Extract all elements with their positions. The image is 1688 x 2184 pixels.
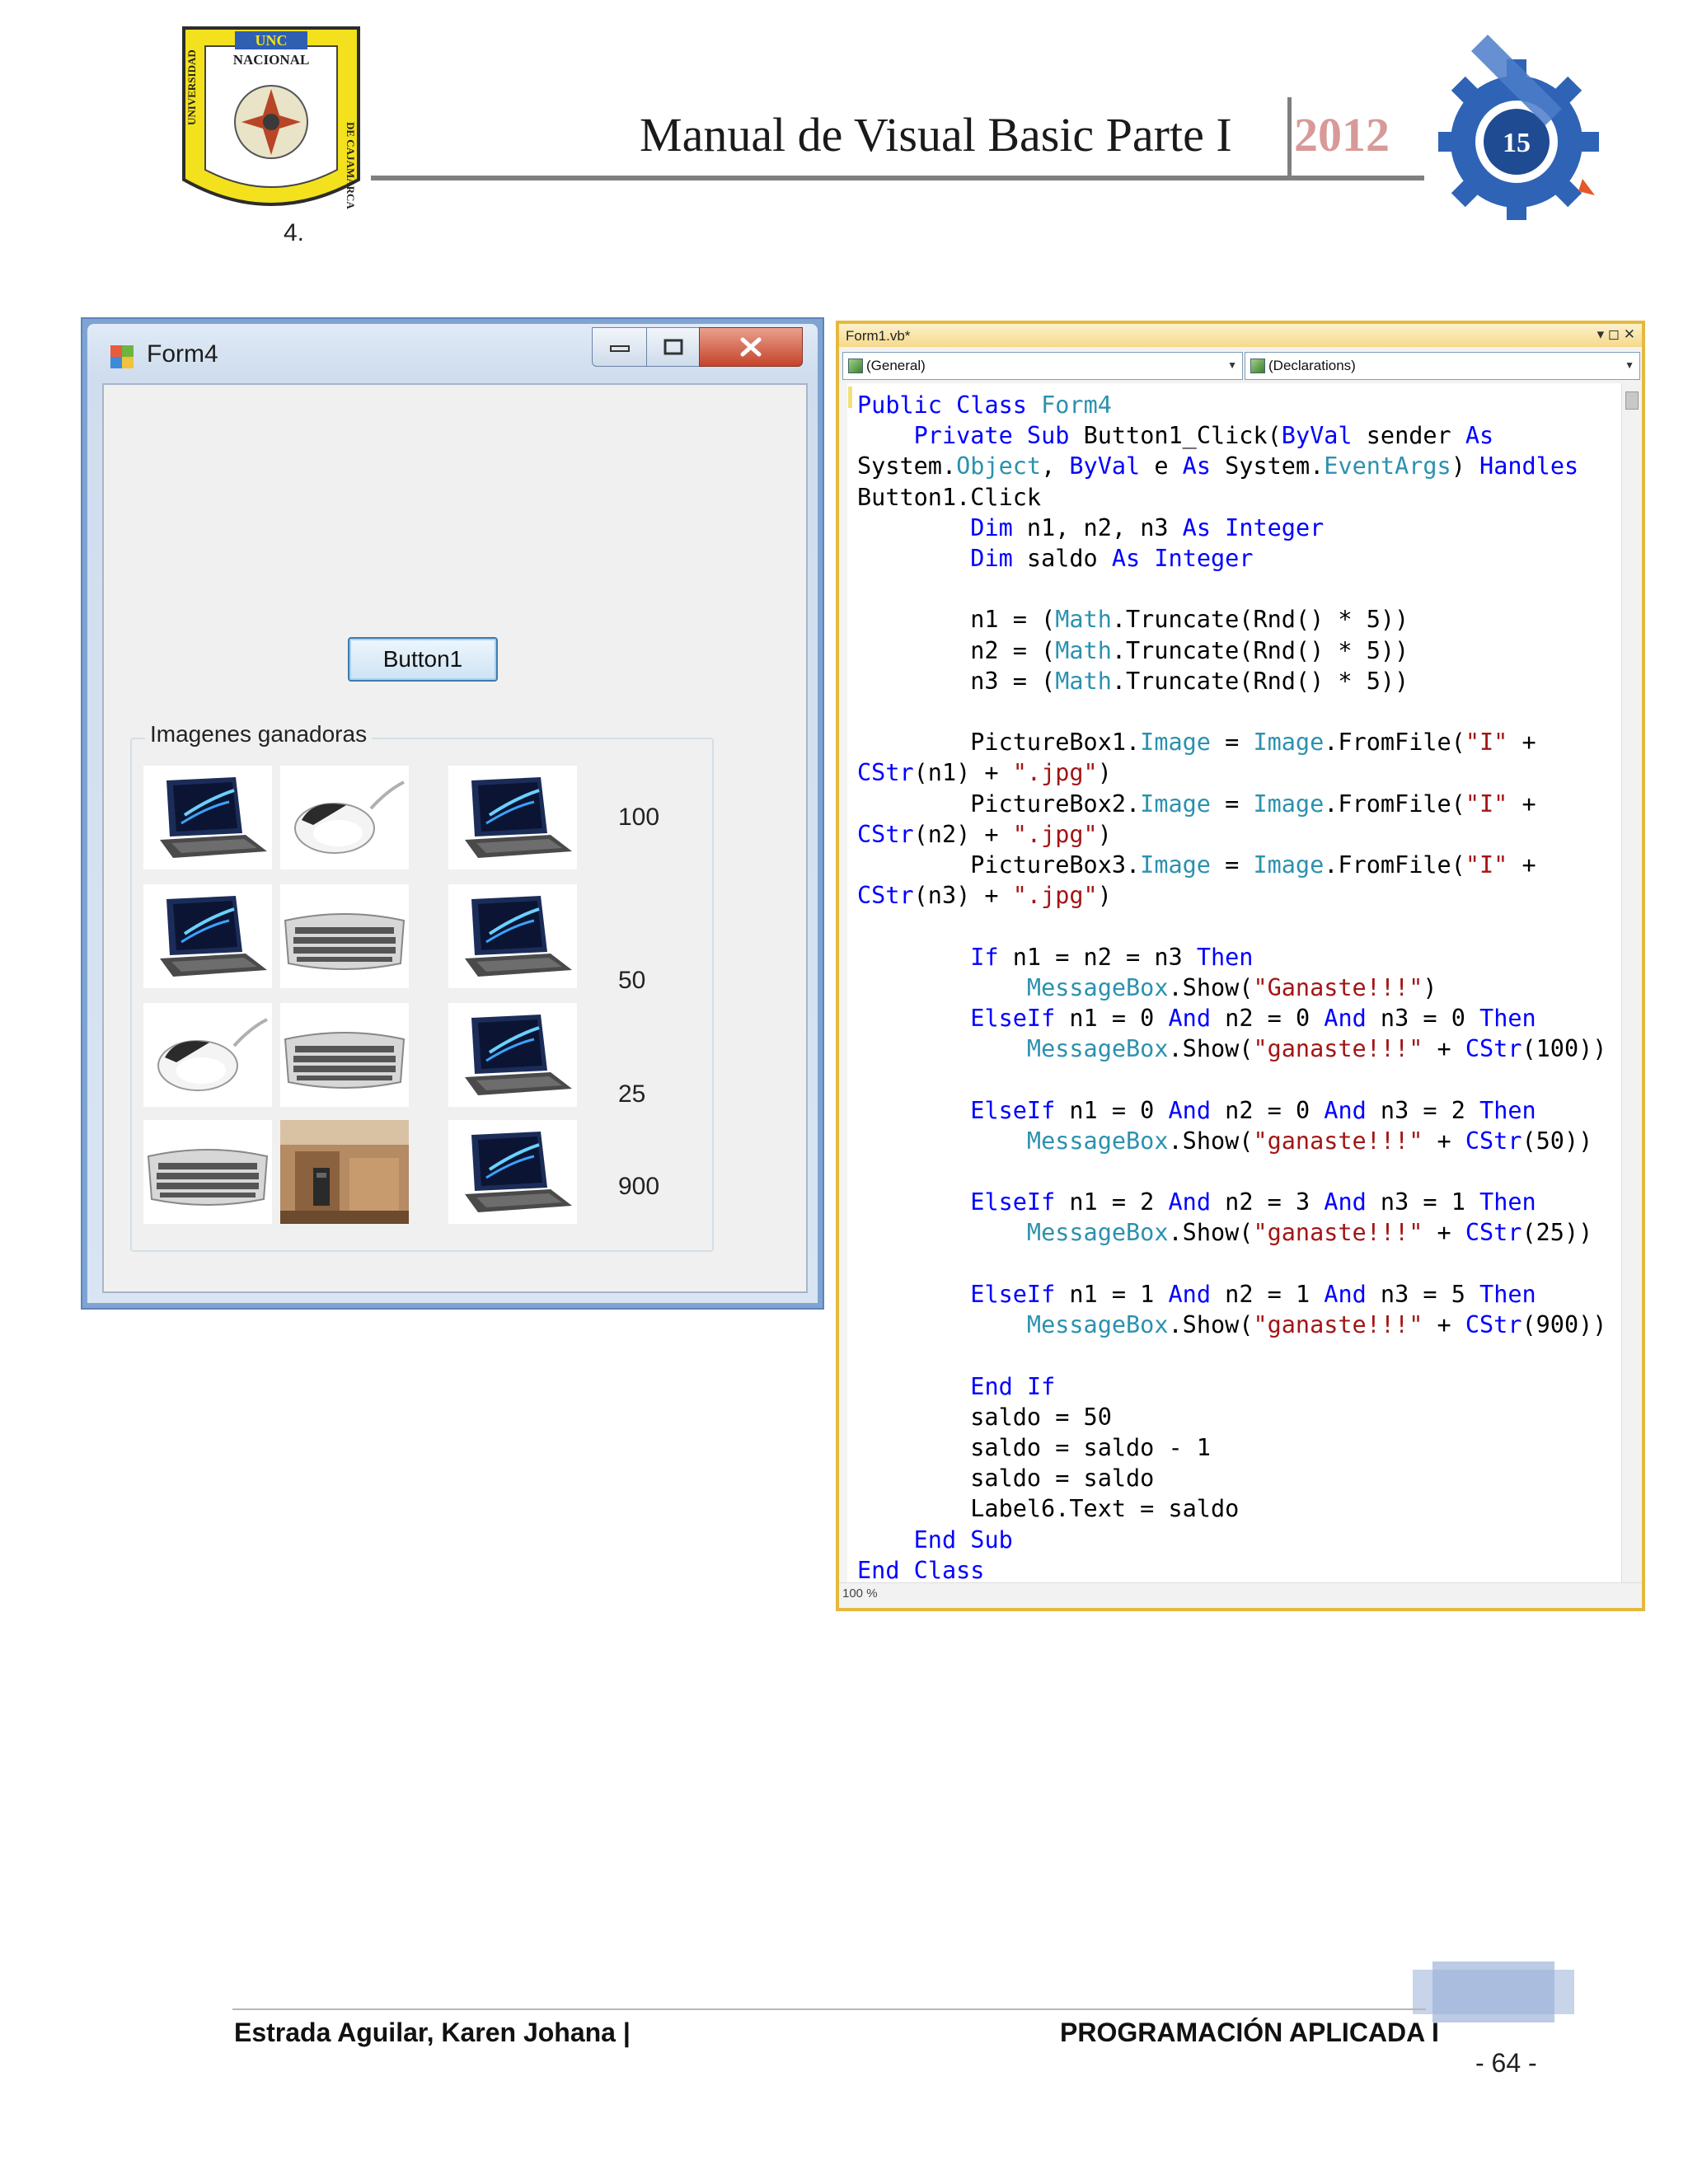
form-window-chrome: Form4 Button1 Imagenes ganadoras 100 50 25… bbox=[87, 324, 818, 1303]
svg-text:DE CAJAMARCA: DE CAJAMARCA bbox=[345, 122, 357, 209]
prize-label: 100 bbox=[618, 804, 660, 831]
minimize-button[interactable] bbox=[592, 327, 648, 367]
form-window: Form4 Button1 Imagenes ganadoras 100 50 25… bbox=[81, 317, 824, 1310]
laptop-icon bbox=[448, 766, 577, 869]
form-window-title: Form4 bbox=[147, 340, 218, 368]
maximize-icon bbox=[663, 339, 683, 355]
code-editor-window: Form1.vb* ▾ ◻ ✕ (General) ▼ (Declaration… bbox=[836, 321, 1645, 1611]
close-icon bbox=[740, 337, 762, 357]
page-header-year: 2012 bbox=[1294, 108, 1390, 162]
minimize-icon bbox=[610, 345, 630, 352]
chevron-down-icon: ▼ bbox=[1227, 359, 1237, 371]
item-number: 4. bbox=[284, 219, 305, 246]
form-client-area: Button1 Imagenes ganadoras 100 50 25 900 bbox=[102, 383, 808, 1293]
keyboard-icon bbox=[280, 1003, 409, 1107]
computer-box-icon bbox=[280, 1120, 409, 1224]
mouse-icon bbox=[143, 1003, 272, 1107]
window-controls bbox=[592, 327, 803, 367]
keyboard-icon bbox=[143, 1120, 272, 1224]
page-header-title: Manual de Visual Basic Parte I bbox=[640, 108, 1232, 162]
header-separator bbox=[1287, 97, 1292, 178]
editor-tab-form1[interactable]: Form1.vb* bbox=[846, 328, 910, 344]
change-marker bbox=[848, 387, 852, 408]
footer-ribbon-decoration bbox=[1413, 1961, 1574, 2022]
university-logo: UNC NACIONAL UNIVERSIDAD DE CAJAMARCA bbox=[177, 23, 365, 217]
code-area[interactable]: Public Class Form4 Private Sub Button1_C… bbox=[839, 383, 1642, 1608]
object-combo-value: (General) bbox=[866, 358, 926, 373]
editor-tab-bar: Form1.vb* ▾ ◻ ✕ bbox=[839, 324, 1642, 347]
zoom-level[interactable]: 100 % bbox=[842, 1586, 878, 1601]
source-code[interactable]: Public Class Form4 Private Sub Button1_C… bbox=[857, 390, 1606, 1586]
scroll-thumb[interactable] bbox=[1625, 391, 1639, 410]
maximize-button[interactable] bbox=[646, 327, 701, 367]
vertical-scrollbar[interactable] bbox=[1621, 383, 1642, 1583]
button1[interactable]: Button1 bbox=[348, 637, 498, 682]
svg-text:UNC: UNC bbox=[256, 32, 288, 49]
mouse-icon bbox=[280, 766, 409, 869]
laptop-icon bbox=[143, 884, 272, 988]
laptop-icon bbox=[448, 884, 577, 988]
laptop-icon bbox=[448, 1003, 577, 1107]
editor-margin bbox=[839, 383, 847, 1583]
svg-text:15: 15 bbox=[1503, 128, 1531, 158]
keyboard-icon bbox=[280, 884, 409, 988]
svg-text:UNIVERSIDAD: UNIVERSIDAD bbox=[185, 49, 198, 125]
declarations-icon bbox=[1250, 359, 1265, 373]
event-combo-value: (Declarations) bbox=[1268, 358, 1356, 373]
form-app-icon bbox=[109, 344, 135, 370]
close-button[interactable] bbox=[699, 327, 803, 367]
footer-course: PROGRAMACIÓN APLICADA I bbox=[1060, 2018, 1439, 2047]
footer-rule bbox=[232, 2008, 1426, 2010]
groupbox-title: Imagenes ganadoras bbox=[145, 721, 373, 748]
chevron-down-icon: ▼ bbox=[1625, 359, 1634, 371]
page-number: - 64 - bbox=[1475, 2048, 1537, 2078]
object-combo[interactable]: (General) ▼ bbox=[842, 352, 1243, 380]
faculty-gear-logo: 15 bbox=[1434, 18, 1603, 224]
prize-label: 900 bbox=[618, 1173, 660, 1200]
laptop-icon bbox=[143, 766, 272, 869]
svg-text:NACIONAL: NACIONAL bbox=[233, 52, 310, 68]
editor-combos: (General) ▼ (Declarations) ▼ bbox=[839, 347, 1642, 384]
editor-tab-controls[interactable]: ▾ ◻ ✕ bbox=[1597, 326, 1635, 343]
horizontal-scrollbar[interactable]: 100 % bbox=[839, 1582, 1642, 1608]
general-icon bbox=[848, 359, 863, 373]
footer-author: Estrada Aguilar, Karen Johana | bbox=[234, 2018, 631, 2047]
laptop-icon bbox=[448, 1120, 577, 1224]
prize-label: 50 bbox=[618, 967, 646, 994]
prize-label: 25 bbox=[618, 1080, 646, 1108]
event-combo[interactable]: (Declarations) ▼ bbox=[1245, 352, 1640, 380]
header-rule bbox=[371, 176, 1424, 180]
